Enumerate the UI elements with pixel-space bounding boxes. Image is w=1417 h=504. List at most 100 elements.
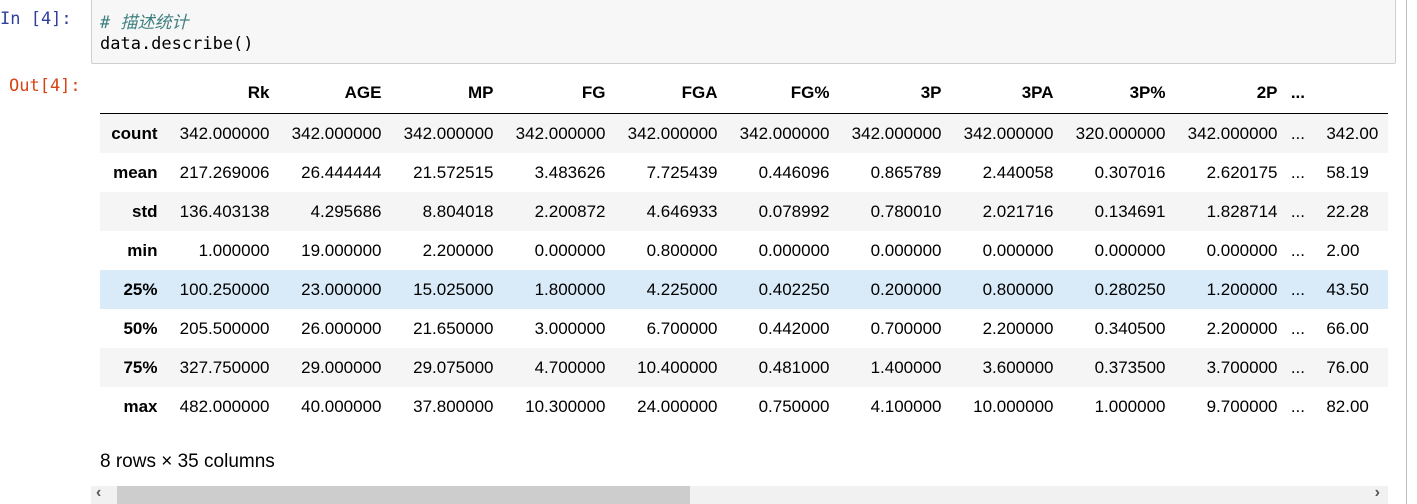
row-index: 50% <box>123 318 158 338</box>
column-header: FG% <box>717 72 830 114</box>
table-cell: 26.444444 <box>301 162 382 182</box>
table-cell: 0.446096 <box>758 162 830 182</box>
row-index: count <box>111 123 158 143</box>
table-cell: 4.100000 <box>870 396 942 416</box>
table-cell: 26.000000 <box>301 318 382 338</box>
table-cell: 29.000000 <box>301 357 382 377</box>
table-cell: 320.000000 <box>1075 123 1166 143</box>
ellipsis-cell: ... <box>1290 162 1305 182</box>
table-cell: 1.400000 <box>870 357 942 377</box>
ellipsis-cell: ... <box>1290 240 1305 260</box>
table-cell: 4.295686 <box>310 201 382 221</box>
table-cell: 342.00 <box>1326 123 1379 143</box>
horizontal-scrollbar[interactable]: ‹ › <box>91 484 1388 504</box>
column-header <box>1318 72 1388 114</box>
table-cell: 4.225000 <box>646 279 718 299</box>
table-cell: 0.280250 <box>1094 279 1166 299</box>
column-header: 3P% <box>1053 72 1166 114</box>
ellipsis-cell: ... <box>1290 318 1305 338</box>
row-index: 25% <box>123 279 158 299</box>
table-cell: 24.000000 <box>637 396 718 416</box>
table-cell: 4.646933 <box>646 201 718 221</box>
table-cell: 0.865789 <box>870 162 942 182</box>
table-cell: 0.200000 <box>870 279 942 299</box>
column-header <box>100 72 158 114</box>
table-cell: 1.200000 <box>1206 279 1278 299</box>
table-cell: 342.000000 <box>515 123 606 143</box>
notebook-border <box>1406 0 1407 504</box>
table-cell: 43.50 <box>1326 279 1369 299</box>
table-cell: 0.078992 <box>758 201 830 221</box>
table-cell: 4.700000 <box>534 357 606 377</box>
table-cell: 3.483626 <box>534 162 606 182</box>
table-cell: 7.725439 <box>646 162 718 182</box>
table-cell: 342.000000 <box>403 123 494 143</box>
code-comment: # 描述统计 <box>100 13 189 33</box>
table-cell: 1.000000 <box>198 240 270 260</box>
table-cell: 0.340500 <box>1094 318 1166 338</box>
column-header: 3P <box>829 72 942 114</box>
table-cell: 205.500000 <box>179 318 270 338</box>
table-cell: 19.000000 <box>301 240 382 260</box>
table-cell: 342.000000 <box>179 123 270 143</box>
table-row: 50% 205.500000 26.000000 21.650000 3.000000 6… <box>100 309 1388 348</box>
column-header: 2P <box>1165 72 1278 114</box>
table-cell: 2.00 <box>1326 240 1360 260</box>
table-cell: 2.021716 <box>982 201 1054 221</box>
table-cell: 29.075000 <box>413 357 494 377</box>
column-header: MP <box>381 72 494 114</box>
input-prompt: In [4]: <box>0 9 72 29</box>
table-cell: 0.000000 <box>1206 240 1278 260</box>
table-cell: 342.000000 <box>291 123 382 143</box>
table-cell: 58.19 <box>1326 162 1369 182</box>
table-row: max 482.000000 40.000000 37.800000 10.300000… <box>100 387 1388 426</box>
table-cell: 0.000000 <box>870 240 942 260</box>
table-cell: 66.00 <box>1326 318 1369 338</box>
table-cell: 21.572515 <box>413 162 494 182</box>
table-cell: 0.481000 <box>758 357 830 377</box>
table-cell: 9.700000 <box>1206 396 1278 416</box>
table-cell: 2.200000 <box>982 318 1054 338</box>
column-header: FGA <box>605 72 718 114</box>
table-cell: 2.200000 <box>1206 318 1278 338</box>
table-cell: 82.00 <box>1326 396 1369 416</box>
table-cell: 1.828714 <box>1206 201 1278 221</box>
dataframe-output: Rk AGE MP FG FGA FG% 3P 3PA 3P% 2P... count 342.00… <box>100 72 1388 432</box>
table-cell: 0.000000 <box>758 240 830 260</box>
table-cell: 1.000000 <box>1094 396 1166 416</box>
table-cell: 100.250000 <box>179 279 270 299</box>
ellipsis-cell: ... <box>1290 396 1305 416</box>
table-cell: 15.025000 <box>413 279 494 299</box>
ellipsis-cell: ... <box>1290 201 1305 221</box>
table-cell: 342.000000 <box>1187 123 1278 143</box>
table-row: mean 217.269006 26.444444 21.572515 3.483626… <box>100 153 1388 192</box>
scrollbar-thumb[interactable] <box>117 486 690 504</box>
header-row: Rk AGE MP FG FGA FG% 3P 3PA 3P% 2P... <box>100 72 1388 114</box>
table-cell: 0.780010 <box>870 201 942 221</box>
row-index: 75% <box>123 357 158 377</box>
table-cell: 23.000000 <box>301 279 382 299</box>
table-cell: 10.400000 <box>637 357 718 377</box>
table-row: min 1.000000 19.000000 2.200000 0.000000 0.80… <box>100 231 1388 270</box>
column-header: Rk <box>157 72 270 114</box>
table-cell: 3.700000 <box>1206 357 1278 377</box>
table-cell: 0.373500 <box>1094 357 1166 377</box>
dataframe-shape: 8 rows × 35 columns <box>100 451 275 472</box>
table-cell: 21.650000 <box>413 318 494 338</box>
table-cell: 22.28 <box>1326 201 1369 221</box>
table-cell: 10.300000 <box>525 396 606 416</box>
table-cell: 0.800000 <box>646 240 718 260</box>
table-cell: 3.000000 <box>534 318 606 338</box>
table-cell: 3.600000 <box>982 357 1054 377</box>
ellipsis-cell: ... <box>1290 123 1305 143</box>
table-cell: 327.750000 <box>179 357 270 377</box>
table-cell: 136.403138 <box>179 201 270 221</box>
scroll-left-icon[interactable]: ‹ <box>96 484 101 502</box>
table-cell: 2.620175 <box>1206 162 1278 182</box>
row-index: min <box>127 240 158 260</box>
describe-table: Rk AGE MP FG FGA FG% 3P 3PA 3P% 2P... count 342.00… <box>100 72 1388 426</box>
scroll-right-icon[interactable]: › <box>1375 484 1380 502</box>
table-cell: 40.000000 <box>301 396 382 416</box>
table-cell: 6.700000 <box>646 318 718 338</box>
code-cell-input[interactable]: # 描述统计 data.describe() <box>91 0 1396 64</box>
